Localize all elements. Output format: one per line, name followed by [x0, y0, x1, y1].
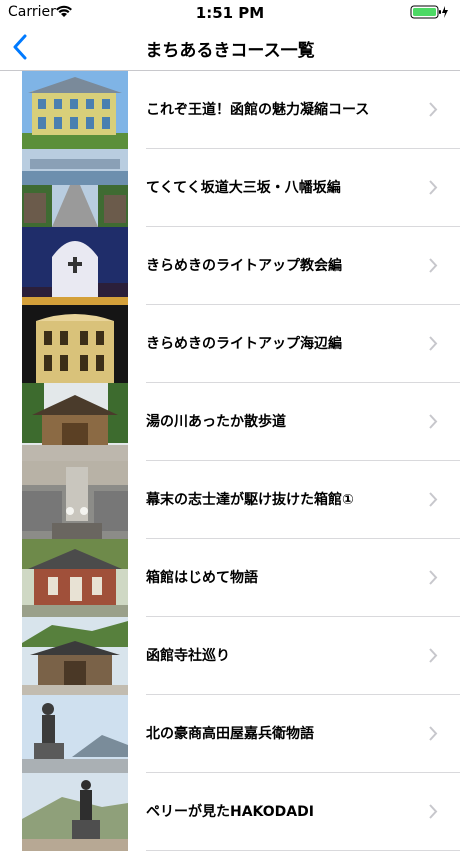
course-title: 北の豪商高田屋嘉兵衛物語 — [146, 726, 314, 742]
course-title: きらめきのライトアップ海辺編 — [146, 336, 342, 352]
course-title: 函館寺社巡り — [146, 648, 230, 664]
chevron-right-icon — [429, 726, 438, 741]
chevron-right-icon — [429, 804, 438, 819]
status-time: 1:51 PM — [195, 4, 265, 22]
course-thumbnail-10 — [22, 773, 128, 851]
course-title: 箱館はじめて物語 — [146, 570, 258, 586]
battery-icon — [410, 5, 448, 19]
course-title: ペリーが見たHAKODADI — [146, 804, 314, 820]
course-title: これぞ王道！函館の魅力凝縮コース — [146, 102, 370, 118]
course-row-1[interactable]: これぞ王道！函館の魅力凝縮コース — [0, 71, 460, 149]
chevron-right-icon — [429, 414, 438, 429]
course-thumbnail-5 — [22, 383, 128, 461]
chevron-right-icon — [429, 258, 438, 273]
chevron-right-icon — [429, 102, 438, 117]
course-thumbnail-9 — [22, 695, 128, 773]
course-thumbnail-8 — [22, 617, 128, 695]
course-row-6[interactable]: 幕末の志士達が駆け抜けた箱館① — [0, 461, 460, 539]
course-thumbnail-7 — [22, 539, 128, 617]
chevron-right-icon — [429, 492, 438, 507]
course-row-5[interactable]: 湯の川あったか散歩道 — [0, 383, 460, 461]
course-title: てくてく坂道大三坂・八幡坂編 — [146, 180, 341, 196]
chevron-right-icon — [429, 570, 438, 585]
status-bar: Carrier 1:51 PM — [0, 0, 460, 24]
course-row-2[interactable]: てくてく坂道大三坂・八幡坂編 — [0, 149, 460, 227]
course-title: きらめきのライトアップ教会編 — [146, 258, 342, 274]
course-row-8[interactable]: 函館寺社巡り — [0, 617, 460, 695]
course-row-10[interactable]: ペリーが見たHAKODADI — [0, 773, 460, 851]
chevron-right-icon — [429, 336, 438, 351]
course-thumbnail-1 — [22, 71, 128, 149]
course-row-4[interactable]: きらめきのライトアップ海辺編 — [0, 305, 460, 383]
course-thumbnail-3 — [22, 227, 128, 305]
course-row-3[interactable]: きらめきのライトアップ教会編 — [0, 227, 460, 305]
course-title: 幕末の志士達が駆け抜けた箱館① — [146, 492, 354, 508]
navigation-bar: まちあるきコース一覧 — [0, 24, 460, 71]
course-row-9[interactable]: 北の豪商高田屋嘉兵衛物語 — [0, 695, 460, 773]
chevron-right-icon — [429, 180, 438, 195]
course-row-7[interactable]: 箱館はじめて物語 — [0, 539, 460, 617]
course-thumbnail-2 — [22, 149, 128, 227]
chevron-right-icon — [429, 648, 438, 663]
course-title: 湯の川あったか散歩道 — [146, 414, 286, 430]
course-list: これぞ王道！函館の魅力凝縮コース てくてく坂道大三坂・八幡坂編 きらめきのライト… — [0, 71, 460, 851]
course-thumbnail-4 — [22, 305, 128, 383]
page-title: まちあるきコース一覧 — [145, 41, 315, 61]
course-thumbnail-6 — [22, 461, 128, 539]
